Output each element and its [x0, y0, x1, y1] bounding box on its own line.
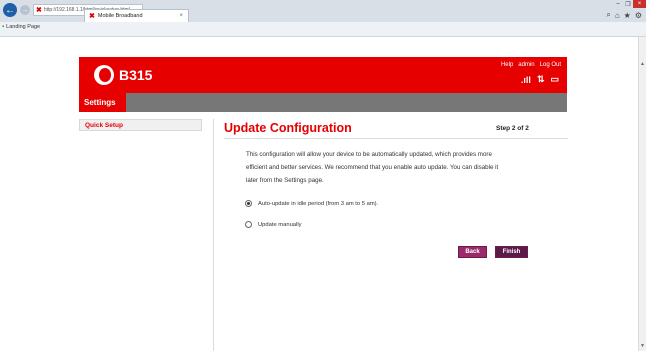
favorites-bar: ▪ Landing Page [0, 22, 646, 37]
browser-tab[interactable]: ✖ Mobile Broadband × [84, 9, 189, 22]
manual-update-option[interactable]: Update manually [245, 221, 302, 228]
help-link[interactable]: Help [501, 62, 513, 68]
browser-titlebar: ← → ✖ http://192.168.1.1/html/quicksetup… [0, 0, 646, 22]
title-divider [224, 138, 568, 139]
vodafone-logo-icon [94, 65, 114, 85]
page-scrollbar[interactable]: ▲ ▼ [638, 37, 646, 351]
sidebar-divider [213, 119, 214, 351]
maximize-button[interactable]: ❐ [623, 0, 633, 8]
favorite-page-icon: ▪ [2, 24, 5, 30]
site-favicon-icon: ✖ [36, 7, 42, 14]
description-line: later from the Settings page. [246, 177, 324, 184]
manual-update-label: Update manually [258, 221, 302, 228]
auto-update-option[interactable]: Auto-update in idle period (from 3 am to… [245, 200, 378, 207]
header-links: Help admin Log Out [501, 62, 561, 68]
back-step-button[interactable]: Back [458, 246, 487, 258]
tab-close-icon[interactable]: × [179, 13, 183, 19]
page-title: Update Configuration [224, 121, 352, 135]
auto-update-radio[interactable] [245, 200, 252, 207]
home-icon[interactable]: ⌂ [615, 11, 620, 20]
forward-button[interactable]: → [20, 5, 30, 15]
tab-favicon-icon: ✖ [89, 13, 95, 20]
scroll-down-icon[interactable]: ▼ [640, 343, 645, 349]
gear-icon[interactable]: ⚙ [635, 11, 642, 20]
wifi-monitor-icon: ▭ [550, 74, 559, 84]
back-button[interactable]: ← [3, 3, 17, 17]
auto-update-label: Auto-update in idle period (from 3 am to… [258, 200, 379, 207]
favorites-star-icon[interactable]: ★ [624, 11, 631, 20]
sidebar-item-quick-setup[interactable]: Quick Setup [79, 119, 202, 131]
logout-link[interactable]: Log Out [540, 62, 561, 68]
scroll-up-icon[interactable]: ▲ [640, 61, 645, 67]
menu-settings[interactable]: Settings [79, 93, 126, 112]
description-line: efficient and better services. We recomm… [246, 164, 499, 171]
minimize-button[interactable]: – [613, 0, 623, 8]
admin-link[interactable]: admin [518, 62, 534, 68]
manual-update-radio[interactable] [245, 221, 252, 228]
status-icons: .ıll ⇅ ▭ [521, 74, 559, 85]
brand-header: B315 Help admin Log Out .ıll ⇅ ▭ [79, 57, 567, 93]
model-name: B315 [119, 67, 153, 83]
signal-bars-icon: .ıll [520, 74, 531, 85]
description-line: This configuration will allow your devic… [246, 151, 492, 158]
data-transfer-icon: ⇅ [536, 74, 545, 84]
close-window-button[interactable]: × [633, 0, 646, 8]
browser-toolbar: ⌕ ⌂ ★ ⚙ [606, 9, 642, 21]
step-indicator: Step 2 of 2 [496, 125, 529, 132]
search-icon[interactable]: ⌕ [606, 10, 610, 20]
tab-title: Mobile Broadband [97, 13, 143, 19]
update-description: This configuration will allow your devic… [246, 148, 546, 187]
favorite-label: Landing Page [6, 24, 41, 30]
finish-button[interactable]: Finish [495, 246, 528, 258]
window-controls: – ❐ × [613, 0, 646, 8]
favorite-landing-page[interactable]: ▪ Landing Page [2, 22, 40, 32]
main-menu: Settings [79, 93, 567, 112]
